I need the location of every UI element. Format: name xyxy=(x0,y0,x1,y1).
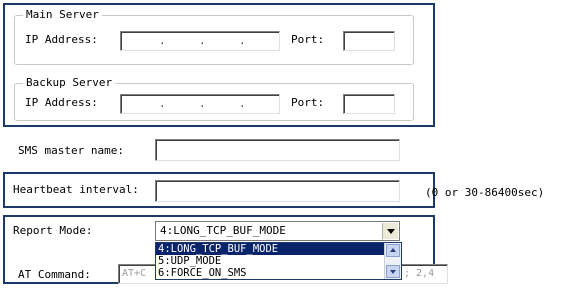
report-mode-option-5[interactable]: 5:UDP_MODE xyxy=(156,255,385,267)
main-server-port-label: Port: xyxy=(291,33,325,46)
report-mode-selected-value: 4:LONG_TCP_BUF_MODE xyxy=(160,224,286,237)
server-settings-panel: Main Server IP Address: . . . Port: Back… xyxy=(3,3,435,127)
report-mode-option-6[interactable]: 6:FORCE_ON_SMS xyxy=(156,267,385,279)
report-mode-dropdown-list[interactable]: 4:LONG_TCP_BUF_MODE 5:UDP_MODE 6:FORCE_O… xyxy=(155,242,402,280)
backup-server-ip-input[interactable]: . . . xyxy=(120,94,280,114)
sms-master-label: SMS master name: xyxy=(18,144,124,157)
backup-server-ip-label: IP Address: xyxy=(25,96,98,109)
heartbeat-input[interactable] xyxy=(155,180,400,202)
heartbeat-label: Heartbeat interval: xyxy=(13,183,139,196)
report-mode-label: Report Mode: xyxy=(13,224,93,237)
sms-master-input[interactable] xyxy=(155,139,400,161)
scroll-down-icon[interactable] xyxy=(386,265,400,278)
backup-server-port-input[interactable] xyxy=(343,94,395,114)
scroll-up-icon[interactable] xyxy=(386,244,400,257)
heartbeat-hint: (0 or 30-86400sec) xyxy=(425,186,545,199)
at-command-value-tail: ; 2,4 xyxy=(404,268,435,279)
backup-server-group: Backup Server IP Address: . . . Port: xyxy=(14,76,414,121)
dropdown-scrollbar[interactable] xyxy=(384,243,401,279)
main-server-group: Main Server IP Address: . . . Port: xyxy=(14,8,414,65)
backup-server-legend: Backup Server xyxy=(23,76,116,90)
report-mode-option-4[interactable]: 4:LONG_TCP_BUF_MODE xyxy=(156,243,385,255)
at-command-label: AT Command: xyxy=(18,268,91,281)
report-mode-select[interactable]: 4:LONG_TCP_BUF_MODE xyxy=(155,221,400,241)
main-server-ip-label: IP Address: xyxy=(25,33,98,46)
at-command-value: AT+C xyxy=(122,268,147,279)
main-server-legend: Main Server xyxy=(23,8,102,22)
backup-server-port-label: Port: xyxy=(291,96,325,109)
main-server-ip-input[interactable]: . . . xyxy=(120,31,280,51)
main-server-port-input[interactable] xyxy=(343,31,395,51)
chevron-down-icon[interactable] xyxy=(382,223,398,239)
